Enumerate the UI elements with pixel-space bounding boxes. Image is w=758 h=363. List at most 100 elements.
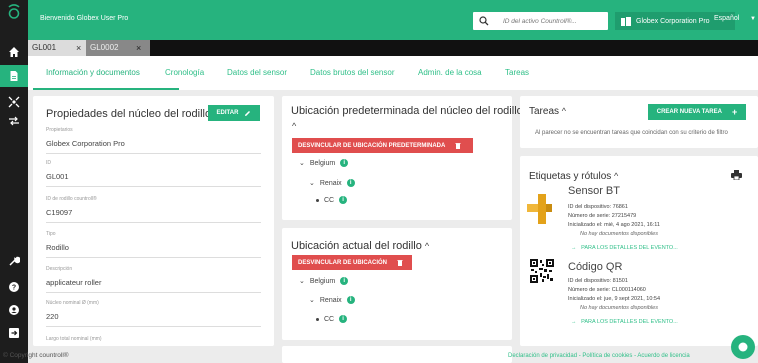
building-icon xyxy=(621,16,631,26)
tab-tasks[interactable]: Tareas xyxy=(505,68,529,77)
default-location-card: Ubicación predeterminada del núcleo del … xyxy=(282,96,523,220)
documents-button[interactable] xyxy=(0,65,28,87)
tree-node-belgium[interactable]: ⌄ Belgium i xyxy=(299,159,349,167)
field-value-type: Rodillo xyxy=(46,243,69,252)
wrench-icon xyxy=(9,256,20,266)
edit-label: EDITAR xyxy=(216,110,239,116)
welcome-text: Bienvenido Globex User Pro xyxy=(40,15,129,22)
field-divider xyxy=(46,222,261,223)
edit-button[interactable]: EDITAR xyxy=(208,105,260,121)
field-label-roll-id: ID de rodillo countroll® xyxy=(46,196,97,202)
transfer-button[interactable] xyxy=(0,110,28,132)
legal-links[interactable]: Declaración de privacidad - Política de … xyxy=(508,353,690,359)
tab-thing-admin[interactable]: Admin. de la cosa xyxy=(418,68,482,77)
close-icon[interactable]: × xyxy=(136,40,141,56)
tasks-card: Tareas ^ CREAR NUEVA TAREA + Al parecer … xyxy=(520,96,758,148)
tab-sensor-data[interactable]: Datos del sensor xyxy=(227,68,287,77)
unlink-location-label: DESVINCULAR DE UBICACIÓN xyxy=(298,259,388,266)
language-selector[interactable]: Español xyxy=(714,15,739,22)
sidebar: ? xyxy=(0,0,28,363)
asset-tab-gl0002[interactable]: GL0002 × xyxy=(86,40,150,56)
field-label-nominal-length: Largo total nominal (mm) xyxy=(46,336,102,342)
trash-icon xyxy=(455,143,461,149)
tag-name: Código QR xyxy=(568,261,623,273)
unlink-default-location-button[interactable]: DESVINCULAR DE UBICACIÓN PREDETERMINADA xyxy=(292,138,473,153)
chevron-up-icon[interactable]: ^ xyxy=(562,106,566,116)
active-tab-indicator xyxy=(33,88,179,90)
tag-serial: Número de serie: 27215479 xyxy=(568,213,637,219)
info-icon[interactable]: i xyxy=(346,296,355,304)
tag-name: Sensor BT xyxy=(568,185,620,197)
logout-button[interactable] xyxy=(0,322,28,344)
bluetooth-sensor-icon xyxy=(527,194,552,224)
tag-serial: Número de serie: CL000114060 xyxy=(568,287,646,293)
chevron-down-icon: ⌄ xyxy=(299,160,305,167)
info-icon[interactable]: i xyxy=(340,159,349,167)
info-icon[interactable]: i xyxy=(346,179,355,187)
search-icon xyxy=(479,16,489,26)
tab-info-documents[interactable]: Información y documentos xyxy=(46,68,140,77)
print-icon[interactable] xyxy=(731,170,742,180)
properties-title-text: Propiedades del núcleo del rodillo xyxy=(46,108,212,120)
field-value-owners: Globex Corporation Pro xyxy=(46,139,125,148)
tree-node-cc[interactable]: CC i xyxy=(316,315,348,323)
user-icon xyxy=(9,305,19,315)
sensor-icon xyxy=(8,96,20,108)
unlink-location-button[interactable]: DESVINCULAR DE UBICACIÓN xyxy=(292,255,412,270)
field-value-id: GL001 xyxy=(46,172,69,181)
logout-icon xyxy=(9,328,19,338)
trash-icon xyxy=(397,260,403,266)
home-icon xyxy=(9,47,19,57)
info-icon[interactable]: i xyxy=(339,315,348,323)
tree-node-belgium[interactable]: ⌄ Belgium i xyxy=(299,277,349,285)
create-task-button[interactable]: CREAR NUEVA TAREA + xyxy=(648,104,746,120)
properties-title: Propiedades del núcleo del rodillo ^ xyxy=(46,108,218,120)
info-icon[interactable]: i xyxy=(340,277,349,285)
event-details-link[interactable]: → PARA LOS DETALLES DEL EVENTO... xyxy=(571,319,678,325)
arrow-right-icon: → xyxy=(571,319,577,325)
event-details-link[interactable]: → PARA LOS DETALLES DEL EVENTO... xyxy=(571,245,678,251)
chevron-up-icon[interactable]: ^ xyxy=(425,241,429,251)
info-icon[interactable]: i xyxy=(339,196,348,204)
tree-node-label: CC xyxy=(324,196,335,204)
chevron-up-icon[interactable]: ^ xyxy=(292,121,296,131)
document-icon xyxy=(10,71,18,81)
search-input[interactable] xyxy=(503,17,603,25)
tree-node-renaix[interactable]: ⌄ Renaix i xyxy=(309,296,355,304)
asset-tab-gl001[interactable]: GL001 × xyxy=(28,40,86,56)
default-location-title: Ubicación predeterminada del núcleo del … xyxy=(291,105,523,117)
asset-search[interactable] xyxy=(473,12,608,30)
field-label-type: Tipo xyxy=(46,231,56,237)
section-nav: Información y documentos Cronología Dato… xyxy=(28,56,758,90)
tools-button[interactable] xyxy=(0,250,28,272)
copyright-text: © Copyright countroll® xyxy=(3,352,69,359)
user-account-button[interactable] xyxy=(0,299,28,321)
organization-name: Globex Corporation Pro xyxy=(636,17,710,25)
tasks-empty-text: Al parecer no se encuentran tareas que c… xyxy=(535,130,728,136)
question-icon: ? xyxy=(9,282,19,292)
chevron-down-icon: ▼ xyxy=(750,16,756,22)
help-center-button[interactable]: ? xyxy=(0,276,28,298)
tag-device-id: ID del dispositivo: 81501 xyxy=(568,278,628,284)
bullet-icon xyxy=(316,198,319,202)
pencil-icon xyxy=(245,110,251,116)
tree-node-renaix[interactable]: ⌄ Renaix i xyxy=(309,179,355,187)
bullet-icon xyxy=(316,317,319,321)
current-location-title: Ubicación actual del rodillo ^ xyxy=(291,240,429,252)
roll-core-properties-card: Propiedades del núcleo del rodillo ^ EDI… xyxy=(33,96,274,346)
chevron-down-icon: ⌄ xyxy=(309,297,315,304)
tree-node-cc[interactable]: CC i xyxy=(316,196,348,204)
tab-timeline[interactable]: Cronología xyxy=(165,68,204,77)
close-icon[interactable]: × xyxy=(76,40,81,56)
field-value-roll-id: C19097 xyxy=(46,208,73,217)
field-label-nominal-core: Núcleo nominal Ø (mm) xyxy=(46,300,99,306)
tab-raw-sensor-data[interactable]: Datos brutos del sensor xyxy=(310,68,395,77)
home-button[interactable] xyxy=(0,41,28,63)
tab-label: GL001 xyxy=(32,43,57,52)
chat-help-button[interactable] xyxy=(731,335,755,359)
field-label-owners: Propietarios xyxy=(46,127,73,133)
chevron-up-icon[interactable]: ^ xyxy=(614,171,618,181)
top-bar: Bienvenido Globex User Pro Globex Corpor… xyxy=(28,0,758,40)
event-details-label: PARA LOS DETALLES DEL EVENTO... xyxy=(581,245,678,251)
field-label-id: ID xyxy=(46,160,51,166)
